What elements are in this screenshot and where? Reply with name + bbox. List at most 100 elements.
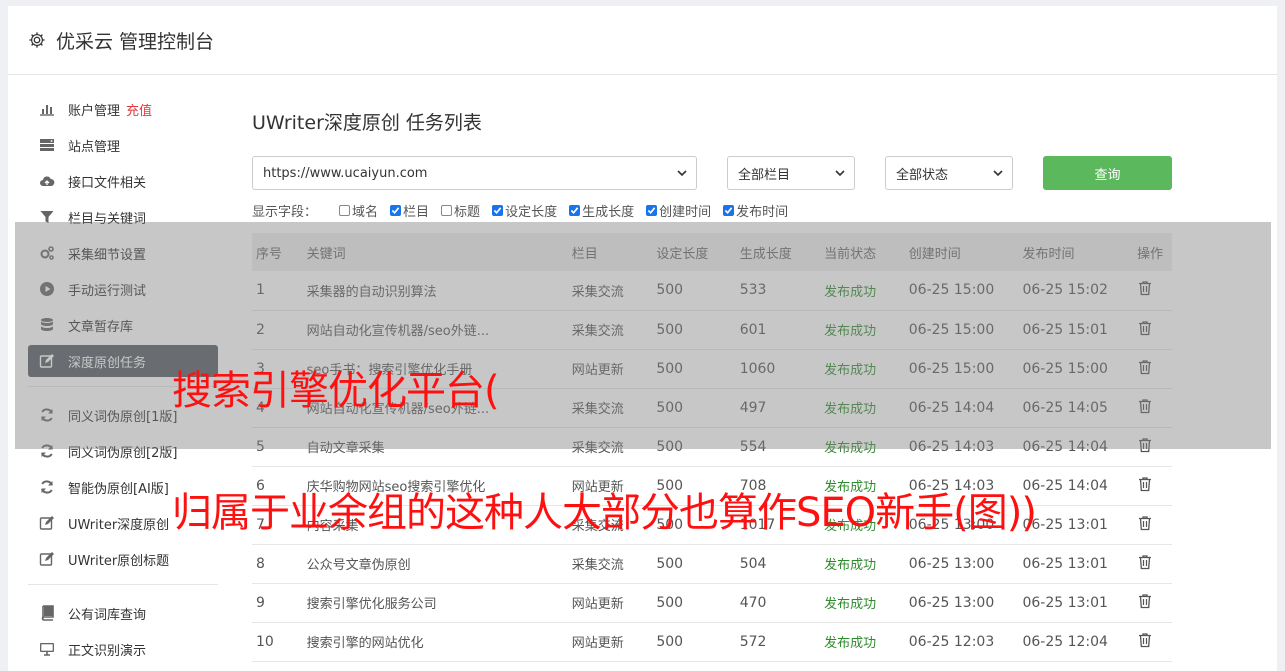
sidebar-item-13[interactable]: UWriter原创标题 <box>28 543 218 575</box>
sidebar-item-label: UWriter深度原创 <box>68 517 170 533</box>
sidebar-item-3[interactable]: 接口文件相关 <box>28 165 218 197</box>
cell-序号: 9 <box>256 594 265 611</box>
cell-关键词[interactable]: 公众号文章伪原创 <box>307 544 572 583</box>
display-fields-label: 显示字段： <box>252 204 318 220</box>
checkbox-unchecked[interactable] <box>441 204 453 216</box>
cell-生成长度: 470 <box>739 594 767 611</box>
status-select-value: 全部状态 <box>896 167 949 183</box>
cell-actions <box>1137 583 1172 622</box>
sidebar-item-label: 接口文件相关 <box>68 175 147 191</box>
cell-关键词[interactable]: 搜索引擎优化服务公司 <box>307 583 572 622</box>
sidebar-item-14[interactable]: 公有词库查询 <box>28 597 218 629</box>
cell-生成长度: 504 <box>739 555 767 572</box>
trash-icon[interactable] <box>1137 593 1153 609</box>
trash-icon[interactable] <box>1137 476 1153 492</box>
field-checkbox-label: 发布时间 <box>736 204 789 220</box>
server-icon <box>39 137 55 153</box>
overlay-text-line2: 归属于业余组的这种人大部分也算作SEO新手(图)) <box>172 490 1037 536</box>
sidebar-item-label: 公有词库查询 <box>68 607 147 623</box>
cell-当前状态: 发布成功 <box>824 558 877 573</box>
field-checkbox-label: 生成长度 <box>582 204 635 220</box>
site-select-value: https://www.ucaiyun.com <box>263 165 428 181</box>
filter-bar: https://www.ucaiyun.com 全部栏目 全部状态 查询 <box>252 156 1172 190</box>
cell-创建时间: 06-25 13:00 <box>908 555 995 572</box>
cell-栏目: 采集交流 <box>571 558 624 573</box>
cell-发布时间: 06-25 13:01 <box>1022 594 1108 611</box>
checkbox-checked[interactable] <box>569 204 581 216</box>
refresh-icon <box>39 479 55 495</box>
recharge-link[interactable]: 充值 <box>126 100 152 119</box>
sidebar-item-label: 账户管理 <box>68 103 121 119</box>
field-checkbox-6[interactable]: 创建时间 <box>646 201 711 220</box>
cell-序号: 8 <box>256 555 265 572</box>
cell-创建时间: 06-25 13:00 <box>908 594 995 611</box>
sidebar-item-2[interactable]: 站点管理 <box>28 129 218 161</box>
field-checkbox-label: 设定长度 <box>505 204 558 220</box>
column-select[interactable]: 全部栏目 <box>727 156 855 190</box>
field-checkbox-1[interactable]: 域名 <box>339 201 378 220</box>
sidebar-item-15[interactable]: 正文识别演示 <box>28 633 218 665</box>
cell-设定长度: 500 <box>656 633 684 650</box>
checkbox-checked[interactable] <box>723 204 735 216</box>
sidebar-item-label: 正文识别演示 <box>68 643 147 659</box>
page-title: UWriter深度原创 任务列表 <box>252 112 482 134</box>
status-select[interactable]: 全部状态 <box>885 156 1013 190</box>
field-checkbox-label: 标题 <box>454 204 481 220</box>
query-button[interactable]: 查询 <box>1043 156 1172 190</box>
table-row: 8 公众号文章伪原创 采集交流 500 504 发布成功 06-25 13:00 06-25 … <box>252 544 1172 583</box>
trash-icon[interactable] <box>1137 632 1153 648</box>
cell-栏目: 网站更新 <box>571 636 624 651</box>
bar-chart-icon <box>39 101 55 117</box>
cell-发布时间: 06-25 13:01 <box>1022 555 1108 572</box>
cell-actions <box>1137 544 1172 583</box>
monitor-icon <box>39 641 55 657</box>
app-title: 优采云 管理控制台 <box>56 30 215 53</box>
cell-当前状态: 发布成功 <box>824 597 877 612</box>
checkbox-checked[interactable] <box>646 204 658 216</box>
column-select-value: 全部栏目 <box>738 167 791 183</box>
sidebar-item-label: UWriter原创标题 <box>68 553 170 569</box>
field-checkbox-label: 域名 <box>352 204 379 220</box>
book-icon <box>39 605 55 621</box>
checkbox-checked[interactable] <box>492 204 504 216</box>
chevron-down-icon <box>677 170 687 177</box>
trash-icon[interactable] <box>1137 554 1153 570</box>
field-checkbox-label: 创建时间 <box>659 204 712 220</box>
checkbox-unchecked[interactable] <box>339 204 351 216</box>
cell-发布时间: 06-25 14:04 <box>1022 477 1108 494</box>
sidebar-item-label: 智能伪原创[AI版] <box>68 481 169 497</box>
cell-关键词[interactable]: 搜索引擎的网站优化 <box>307 622 572 661</box>
overlay-text-line1: 搜索引擎优化平台( <box>172 368 500 414</box>
cell-发布时间: 06-25 12:04 <box>1022 633 1108 650</box>
cloud-upload-icon <box>39 173 55 189</box>
display-fields: 显示字段： 域名 栏目 标题 设定长度 生成长度 创建时间 发布时间 <box>252 201 800 220</box>
table-row: 9 搜索引擎优化服务公司 网站更新 500 470 发布成功 06-25 13:00 06-2… <box>252 583 1172 622</box>
field-checkbox-4[interactable]: 设定长度 <box>492 201 557 220</box>
field-checkbox-7[interactable]: 发布时间 <box>723 201 788 220</box>
field-checkbox-3[interactable]: 标题 <box>441 201 480 220</box>
site-select[interactable]: https://www.ucaiyun.com <box>252 156 697 190</box>
field-checkbox-5[interactable]: 生成长度 <box>569 201 634 220</box>
chevron-down-icon <box>993 170 1003 177</box>
sidebar-item-1[interactable]: 账户管理 充值 <box>28 93 218 125</box>
edit-icon <box>39 551 55 567</box>
edit-icon <box>39 515 55 531</box>
gear-icon <box>28 31 46 49</box>
top-bar: 优采云 管理控制台 <box>8 6 1277 75</box>
cell-创建时间: 06-25 12:03 <box>908 633 995 650</box>
cell-actions <box>1137 466 1172 505</box>
cell-序号: 10 <box>256 633 274 650</box>
trash-icon[interactable] <box>1137 515 1153 531</box>
cell-设定长度: 500 <box>656 594 684 611</box>
chevron-down-icon <box>835 170 845 177</box>
cell-生成长度: 572 <box>739 633 767 650</box>
cell-actions <box>1137 505 1172 544</box>
checkbox-checked[interactable] <box>390 204 402 216</box>
cell-actions <box>1137 622 1172 661</box>
table-row: 10 搜索引擎的网站优化 网站更新 500 572 发布成功 06-25 12:03 06-2… <box>252 622 1172 661</box>
cell-当前状态: 发布成功 <box>824 636 877 651</box>
sidebar-item-label: 站点管理 <box>68 139 121 155</box>
cell-栏目: 网站更新 <box>571 597 624 612</box>
cell-设定长度: 500 <box>656 555 684 572</box>
field-checkbox-2[interactable]: 栏目 <box>390 201 429 220</box>
